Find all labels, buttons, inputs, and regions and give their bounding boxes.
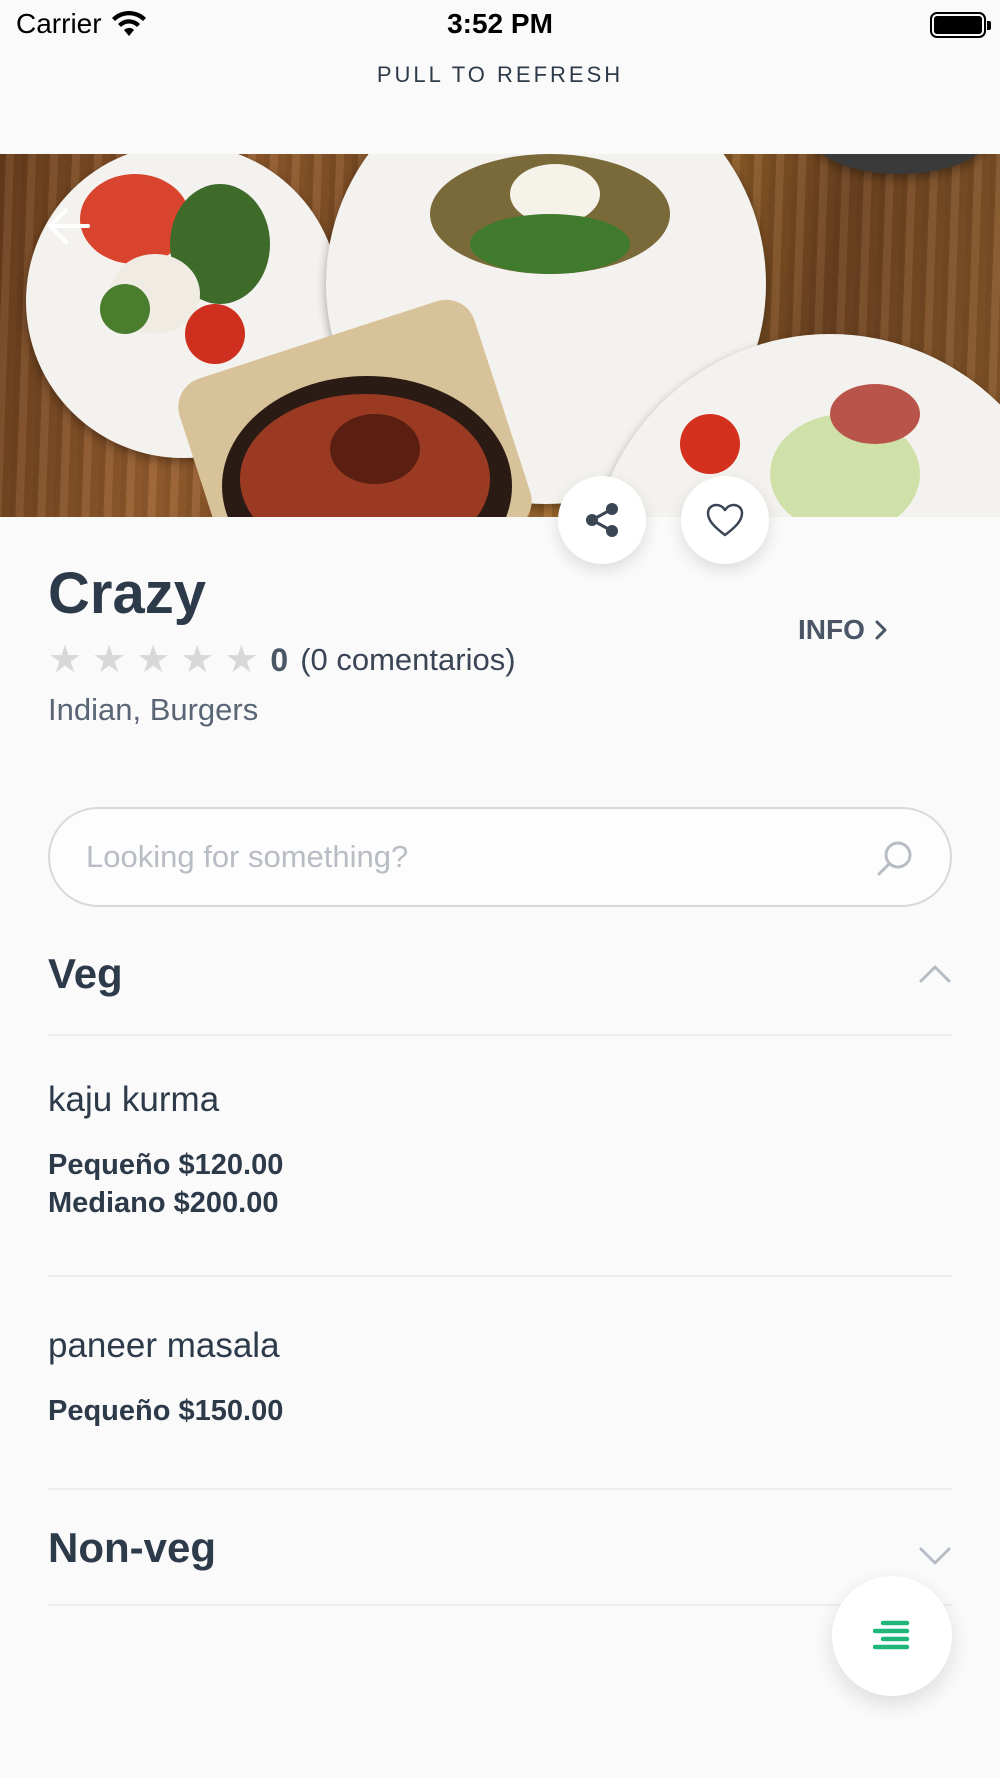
category-header-non-veg[interactable]: Non-veg	[48, 1514, 952, 1614]
chevron-right-icon	[875, 620, 887, 640]
category-title: Veg	[48, 950, 123, 997]
menu-search-bar[interactable]	[48, 807, 952, 907]
menu-item-price: Pequeño $150.00	[48, 1395, 284, 1427]
share-icon	[586, 503, 618, 537]
status-bar: Carrier 3:52 PM	[0, 0, 1000, 50]
star-icon: ★	[180, 639, 215, 681]
star-icon: ★	[92, 639, 127, 681]
favorite-button[interactable]	[681, 476, 769, 564]
chevron-up-icon[interactable]	[918, 962, 952, 984]
star-icon: ★	[224, 639, 259, 681]
divider	[48, 1488, 952, 1490]
divider	[48, 1034, 952, 1036]
category-header-veg[interactable]: Veg	[48, 940, 952, 1040]
info-button[interactable]: INFO	[798, 614, 887, 646]
menu-item-price: Pequeño $120.00	[48, 1149, 284, 1181]
info-label: INFO	[798, 614, 865, 645]
chevron-down-icon[interactable]	[918, 1546, 952, 1568]
menu-item[interactable]: kaju kurma Pequeño $120.00 Mediano $200.…	[48, 1080, 952, 1222]
star-icon: ★	[136, 639, 171, 681]
menu-item-price: Mediano $200.00	[48, 1187, 279, 1219]
category-title: Non-veg	[48, 1524, 216, 1571]
clock: 3:52 PM	[447, 8, 553, 39]
menu-item-name: kaju kurma	[48, 1080, 220, 1119]
rating-stars: ★ ★ ★ ★ ★	[48, 641, 258, 679]
divider	[48, 1275, 952, 1277]
restaurant-hero-image	[0, 154, 1000, 517]
search-input[interactable]	[86, 809, 866, 905]
divider	[48, 1604, 952, 1606]
back-arrow-icon[interactable]	[44, 206, 92, 246]
menu-list-icon	[873, 1620, 910, 1650]
heart-icon	[706, 503, 744, 537]
menu-item-name: paneer masala	[48, 1326, 280, 1365]
menu-item[interactable]: paneer masala Pequeño $150.00	[48, 1326, 952, 1430]
search-icon[interactable]	[876, 839, 914, 877]
rating-value: 0	[270, 641, 289, 678]
rating-row: ★ ★ ★ ★ ★ 0 (0 comentarios)	[48, 640, 516, 680]
review-count: (0 comentarios)	[300, 642, 516, 677]
share-button[interactable]	[558, 476, 646, 564]
battery-icon	[930, 12, 991, 38]
cuisine-tags: Indian, Burgers	[48, 692, 259, 727]
menu-categories-fab[interactable]	[832, 1576, 952, 1696]
star-icon: ★	[48, 639, 83, 681]
pull-to-refresh-label: PULL TO REFRESH	[376, 62, 624, 87]
restaurant-name: Crazy	[48, 561, 206, 626]
